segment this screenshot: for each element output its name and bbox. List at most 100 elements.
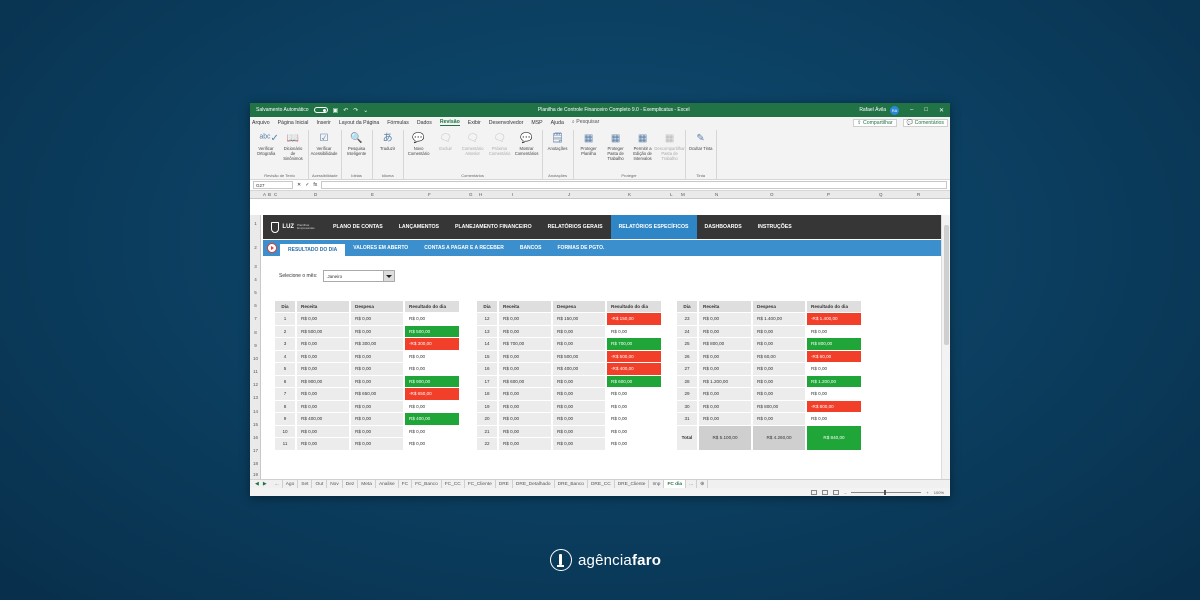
- expense-cell[interactable]: R$ 0,00: [753, 388, 805, 400]
- play-icon[interactable]: [267, 243, 277, 253]
- day-cell[interactable]: 16: [477, 363, 497, 375]
- expense-cell[interactable]: R$ 0,00: [351, 313, 403, 325]
- expense-cell[interactable]: R$ 0,00: [553, 413, 605, 425]
- anotacoes-button[interactable]: 🗒 Anotações: [546, 130, 570, 173]
- revenue-cell[interactable]: R$ 0,00: [297, 313, 349, 325]
- revenue-cell[interactable]: R$ 0,00: [499, 350, 551, 362]
- month-dropdown[interactable]: Janeiro: [323, 270, 396, 282]
- day-cell[interactable]: 31: [677, 413, 697, 425]
- menu-msp[interactable]: MSP: [531, 120, 542, 126]
- day-cell[interactable]: 26: [677, 350, 697, 362]
- column-header-g[interactable]: G: [469, 192, 473, 197]
- scrollbar-thumb[interactable]: [944, 225, 949, 345]
- vertical-scrollbar[interactable]: [941, 215, 950, 479]
- nav-relatorios-especificos[interactable]: RELATÓRIOS ESPECÍFICOS: [610, 215, 697, 239]
- result-cell[interactable]: -R$ 150,00: [607, 313, 661, 325]
- menu-layout-da-pagina[interactable]: Layout da Página: [339, 120, 379, 126]
- save-icon[interactable]: ▣: [333, 107, 339, 114]
- tab-scroll-arrows[interactable]: ◀ ▶: [250, 481, 272, 487]
- column-header-r[interactable]: R: [917, 192, 920, 197]
- column-header-q[interactable]: Q: [879, 192, 883, 197]
- result-cell[interactable]: R$ 0,00: [607, 438, 661, 450]
- expense-cell[interactable]: R$ 500,00: [553, 350, 605, 362]
- revenue-cell[interactable]: R$ 0,00: [499, 313, 551, 325]
- proximo-comentario-button[interactable]: 🗨 Próximo Comentário: [488, 130, 512, 173]
- day-cell[interactable]: 22: [477, 438, 497, 450]
- day-cell[interactable]: 6: [275, 375, 295, 387]
- row-header-9[interactable]: 9: [250, 343, 261, 348]
- column-header-b[interactable]: B: [268, 192, 271, 197]
- result-cell[interactable]: R$ 900,00: [405, 375, 459, 387]
- page-layout-view-icon[interactable]: [822, 489, 829, 495]
- result-cell[interactable]: R$ 0,00: [807, 363, 861, 375]
- column-header-h[interactable]: H: [479, 192, 482, 197]
- revenue-cell[interactable]: R$ 500,00: [297, 325, 349, 337]
- result-cell[interactable]: R$ 0,00: [607, 325, 661, 337]
- revenue-cell[interactable]: R$ 0,00: [297, 388, 349, 400]
- day-cell[interactable]: 1: [275, 313, 295, 325]
- revenue-cell[interactable]: R$ 0,00: [699, 313, 751, 325]
- row-header-19[interactable]: 19: [250, 472, 261, 477]
- result-cell[interactable]: R$ 0,00: [405, 363, 459, 375]
- revenue-cell[interactable]: R$ 0,00: [699, 400, 751, 412]
- column-header-d[interactable]: D: [314, 192, 317, 197]
- page-break-view-icon[interactable]: [833, 489, 840, 495]
- row-header-8[interactable]: 8: [250, 330, 261, 335]
- result-cell[interactable]: -R$ 800,00: [807, 400, 861, 412]
- row-header-14[interactable]: 14: [250, 409, 261, 414]
- revenue-cell[interactable]: R$ 400,00: [297, 413, 349, 425]
- expense-cell[interactable]: R$ 0,00: [553, 438, 605, 450]
- revenue-cell[interactable]: R$ 0,00: [499, 413, 551, 425]
- proteger-planilha-button[interactable]: ▦ Proteger Planilha: [577, 130, 601, 173]
- subnav-bancos[interactable]: BANCOS: [512, 240, 550, 256]
- day-cell[interactable]: 5: [275, 363, 295, 375]
- row-header-16[interactable]: 16: [250, 435, 261, 440]
- expense-cell[interactable]: R$ 0,00: [553, 375, 605, 387]
- result-cell[interactable]: -R$ 650,00: [405, 388, 459, 400]
- ocultar-tinta-button[interactable]: ✎ Ocultar Tinta: [689, 130, 713, 173]
- maximize-icon[interactable]: □: [924, 107, 928, 113]
- revenue-cell[interactable]: R$ 0,00: [297, 338, 349, 350]
- expense-cell[interactable]: R$ 0,00: [351, 363, 403, 375]
- insert-function-icon[interactable]: fx: [313, 182, 317, 188]
- day-cell[interactable]: 19: [477, 400, 497, 412]
- revenue-cell[interactable]: R$ 0,00: [297, 400, 349, 412]
- expense-cell[interactable]: R$ 0,00: [553, 325, 605, 337]
- column-header-k[interactable]: K: [628, 192, 631, 197]
- close-icon[interactable]: ✕: [939, 107, 944, 114]
- result-cell[interactable]: R$ 0,00: [607, 425, 661, 437]
- expense-cell[interactable]: R$ 0,00: [351, 400, 403, 412]
- menu-exibir[interactable]: Exibir: [468, 120, 481, 126]
- result-cell[interactable]: R$ 0,00: [807, 325, 861, 337]
- nav-lancamentos[interactable]: LANÇAMENTOS: [391, 215, 447, 239]
- expense-cell[interactable]: R$ 0,00: [351, 438, 403, 450]
- result-cell[interactable]: R$ 0,00: [405, 425, 459, 437]
- verificar-acessibilidade-button[interactable]: ☑ Verificar Acessibilidade: [311, 130, 338, 173]
- column-header-l[interactable]: L: [670, 192, 673, 197]
- day-cell[interactable]: 11: [275, 438, 295, 450]
- revenue-cell[interactable]: R$ 0,00: [499, 388, 551, 400]
- menu-ajuda[interactable]: Ajuda: [551, 120, 564, 126]
- day-cell[interactable]: 24: [677, 325, 697, 337]
- nav-dashboards[interactable]: DASHBOARDS: [697, 215, 750, 239]
- verificar-ortografia-button[interactable]: ᵃᵇᶜ✓ Verificar Ortografia: [254, 130, 279, 173]
- zoom-level[interactable]: 100%: [934, 490, 944, 495]
- revenue-cell[interactable]: R$ 900,00: [297, 375, 349, 387]
- column-header-i[interactable]: I: [512, 192, 513, 197]
- revenue-cell[interactable]: R$ 0,00: [499, 438, 551, 450]
- result-cell[interactable]: R$ 0,00: [405, 313, 459, 325]
- expense-cell[interactable]: R$ 0,00: [351, 350, 403, 362]
- zoom-slider[interactable]: [851, 489, 922, 495]
- day-cell[interactable]: 17: [477, 375, 497, 387]
- expense-cell[interactable]: R$ 0,00: [753, 338, 805, 350]
- result-cell[interactable]: R$ 0,00: [607, 400, 661, 412]
- nav-relatorios-gerais[interactable]: RELATÓRIOS GERAIS: [540, 215, 611, 239]
- result-cell[interactable]: R$ 800,00: [807, 338, 861, 350]
- expense-cell[interactable]: R$ 400,00: [553, 363, 605, 375]
- column-header-f[interactable]: F: [428, 192, 431, 197]
- comments-button[interactable]: 💬 Comentários: [902, 118, 948, 127]
- descompartilhar-pasta-de-trabalho-button[interactable]: ▦ Descompartilhar Pasta de Trabalho: [654, 130, 685, 173]
- revenue-cell[interactable]: R$ 0,00: [699, 350, 751, 362]
- nav-planejamento-financeiro[interactable]: PLANEJAMENTO FINANCEIRO: [447, 215, 540, 239]
- expense-cell[interactable]: R$ 0,00: [553, 338, 605, 350]
